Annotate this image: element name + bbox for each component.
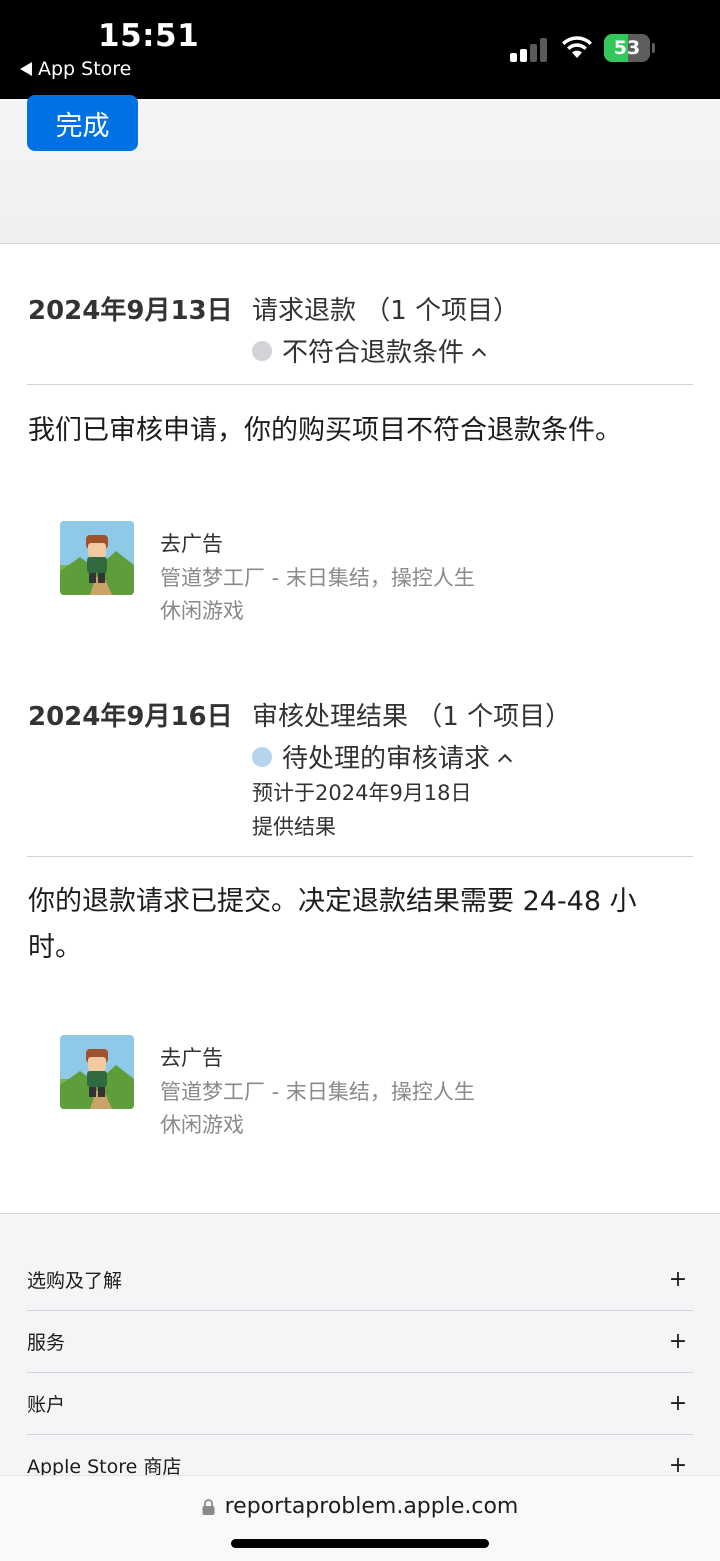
footer-section-label: 选购及了解 [27, 1269, 123, 1292]
back-label: App Store [38, 58, 132, 80]
lock-icon [202, 1498, 215, 1515]
footer-section-label: 账户 [27, 1393, 66, 1416]
back-arrow-icon [20, 62, 32, 76]
footer-section-shop[interactable]: 选购及了解 + [27, 1248, 693, 1310]
plus-icon: + [668, 1390, 688, 1416]
divider [27, 384, 693, 385]
item-name: 去广告 [160, 532, 223, 556]
request-message: 你的退款请求已提交。决定退款结果需要 24-48 小时。 [28, 886, 637, 963]
estimate-note: 提供结果 [252, 815, 336, 839]
request-status: 待处理的审核请求 [282, 744, 491, 774]
plus-icon: + [668, 1266, 688, 1292]
home-indicator[interactable] [231, 1539, 489, 1548]
footer-nav: 选购及了解 + 服务 + 账户 + Apple Store 商店 + [0, 1213, 720, 1478]
cellular-signal-icon [510, 36, 548, 62]
divider [27, 856, 693, 857]
request-message: 我们已审核申请，你的购买项目不符合退款条件。 [28, 415, 622, 446]
status-dot-icon [252, 340, 272, 361]
footer-section-services[interactable]: 服务 + [27, 1310, 693, 1372]
plus-icon: + [668, 1328, 688, 1354]
request-date: 2024年9月13日 [28, 296, 233, 326]
item-category: 休闲游戏 [160, 599, 244, 623]
footer-section-account[interactable]: 账户 + [27, 1372, 693, 1434]
battery-percent: 53 [613, 37, 641, 59]
footer-section-label: 服务 [27, 1331, 66, 1354]
chevron-up-icon [497, 753, 513, 768]
item-category: 休闲游戏 [160, 1113, 244, 1137]
back-to-app-store[interactable]: App Store [20, 58, 131, 80]
request-status-toggle[interactable]: 待处理的审核请求 [252, 738, 513, 775]
estimate-date: 预计于2024年9月18日 [252, 781, 472, 805]
item-developer: 管道梦工厂 - 末日集结，操控人生 [160, 566, 475, 590]
app-icon [60, 521, 134, 595]
done-button[interactable]: 完成 [27, 95, 138, 151]
status-time: 15:51 [98, 18, 200, 54]
plus-icon: + [668, 1452, 688, 1478]
request-title: 请求退款 （1 个项目） [252, 296, 520, 326]
wifi-icon [562, 36, 592, 58]
status-bar: 15:51 App Store 53 [0, 0, 720, 99]
url-text: reportaproblem.apple.com [224, 1494, 519, 1519]
item-name: 去广告 [160, 1046, 223, 1070]
browser-address-bar[interactable]: reportaproblem.apple.com [0, 1475, 720, 1561]
battery-icon: 53 [604, 34, 655, 62]
request-status-toggle[interactable]: 不符合退款条件 [252, 332, 487, 369]
request-title: 审核处理结果 （1 个项目） [252, 702, 572, 732]
status-dot-icon [252, 746, 272, 767]
request-date: 2024年9月16日 [28, 702, 233, 732]
item-developer: 管道梦工厂 - 末日集结，操控人生 [160, 1080, 475, 1104]
chevron-up-icon [471, 347, 487, 362]
app-icon [60, 1035, 134, 1109]
request-status: 不符合退款条件 [282, 338, 465, 368]
